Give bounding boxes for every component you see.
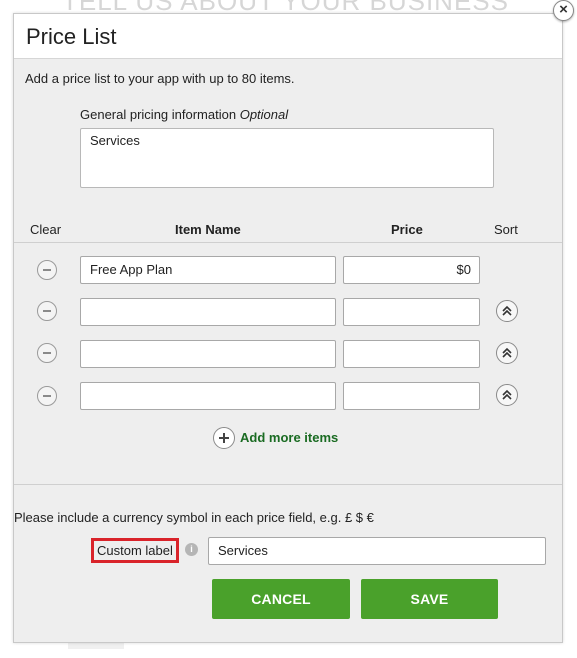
save-button[interactable]: SAVE xyxy=(361,579,498,619)
double-chevron-up-icon xyxy=(502,389,512,400)
column-header-clear: Clear xyxy=(30,222,62,237)
item-name-input[interactable] xyxy=(80,298,336,326)
general-pricing-label-text: General pricing information xyxy=(80,107,237,122)
general-pricing-label: General pricing information Optional xyxy=(80,107,288,122)
background-footer-fragment xyxy=(68,643,124,649)
footer-divider xyxy=(14,484,562,485)
column-header-price: Price xyxy=(391,222,423,237)
custom-label-input[interactable]: Services xyxy=(208,537,546,565)
cancel-button[interactable]: CANCEL xyxy=(212,579,350,619)
item-price-input[interactable] xyxy=(343,382,480,410)
remove-item-button[interactable] xyxy=(37,386,57,406)
move-up-button[interactable] xyxy=(496,342,518,364)
header-divider xyxy=(14,242,562,243)
remove-item-button[interactable] xyxy=(37,260,57,280)
info-icon[interactable]: i xyxy=(185,543,198,556)
move-up-button[interactable] xyxy=(496,384,518,406)
move-up-button[interactable] xyxy=(496,300,518,322)
double-chevron-up-icon xyxy=(502,347,512,358)
general-pricing-textarea[interactable]: Services xyxy=(80,128,494,188)
plus-icon xyxy=(213,427,235,449)
currency-note: Please include a currency symbol in each… xyxy=(14,510,374,525)
column-header-sort: Sort xyxy=(494,222,518,237)
item-price-input[interactable]: $0 xyxy=(343,256,480,284)
intro-text: Add a price list to your app with up to … xyxy=(25,71,295,86)
item-name-input[interactable] xyxy=(80,382,336,410)
item-name-input[interactable] xyxy=(80,340,336,368)
modal-header: Price List xyxy=(14,14,562,59)
remove-item-button[interactable] xyxy=(37,343,57,363)
optional-label: Optional xyxy=(239,107,289,122)
remove-item-button[interactable] xyxy=(37,301,57,321)
close-button[interactable]: × xyxy=(553,0,574,21)
column-header-item-name: Item Name xyxy=(175,222,241,237)
modal-title: Price List xyxy=(26,24,117,49)
item-price-input[interactable] xyxy=(343,340,480,368)
item-name-input[interactable]: Free App Plan xyxy=(80,256,336,284)
item-price-input[interactable] xyxy=(343,298,480,326)
double-chevron-up-icon xyxy=(502,305,512,316)
add-more-items-label: Add more items xyxy=(240,430,339,445)
custom-label-label: Custom label xyxy=(91,538,179,563)
